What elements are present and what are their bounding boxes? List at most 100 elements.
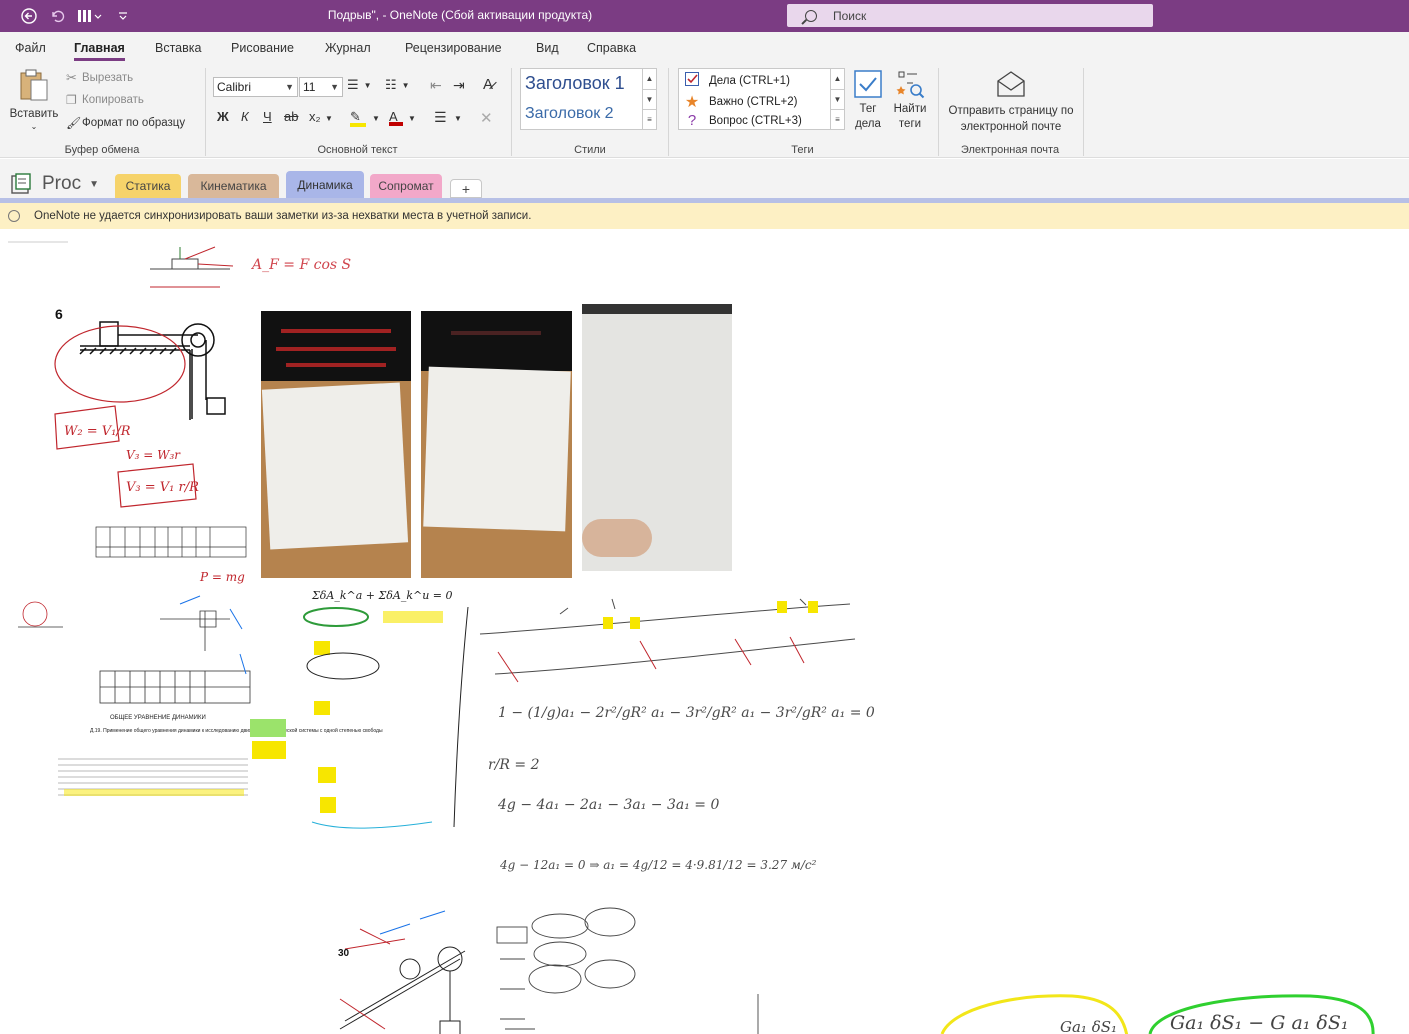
underline-button[interactable]: Ч [263, 109, 272, 124]
chevron-down-icon[interactable]: ▼ [325, 114, 333, 123]
email-page-button[interactable]: Отправить страницу по электронной почте [945, 70, 1077, 135]
ink-eq3: r/R = 2 [488, 757, 540, 773]
group-divider [668, 68, 669, 156]
font-family-value: Calibri [217, 80, 252, 94]
find-tags-icon [896, 71, 925, 99]
chevron-down-icon[interactable]: ▼ [408, 114, 416, 123]
chevron-down-icon[interactable]: ▼ [831, 89, 844, 109]
style-heading2[interactable]: Заголовок 2 [525, 105, 614, 123]
formula-af: A_F = F cos S [250, 257, 351, 273]
tab-draw[interactable]: Рисование [231, 41, 294, 55]
highlight-mark [64, 789, 244, 796]
bullets-button[interactable]: ☰ ▼ [347, 77, 372, 93]
bottom-notes [496, 907, 759, 1034]
ink-eq2: 1 − (1/g)a₁ − 2r²/gR² a₁ − 3r²/gR² a₁ − … [498, 705, 875, 721]
chevron-down-icon: ▼ [285, 82, 294, 92]
add-section-button[interactable]: + [450, 179, 482, 198]
copy-button[interactable]: ❐ Копировать [66, 93, 144, 107]
blue-ink [179, 595, 247, 675]
chevron-down-icon: ▼ [89, 178, 99, 190]
ink-bottom1: Ga₁ δS₁ [1060, 1018, 1117, 1034]
styles-gallery[interactable]: Заголовок 1 Заголовок 2 ▲ ▼ ≡ [520, 68, 657, 130]
tab-view[interactable]: Вид [536, 41, 559, 55]
brush-icon: 🖌 [66, 116, 82, 130]
todo-checkbox-icon [854, 70, 882, 98]
notebook-photo-2[interactable] [421, 311, 572, 578]
delete-icon[interactable]: ✕ [480, 109, 493, 127]
ink-w3: V₃ = W₃r [126, 448, 181, 462]
more-icon[interactable]: ≡ [643, 109, 656, 129]
copy-label: Копировать [82, 94, 144, 106]
section-tab-dynamics[interactable]: Динамика [286, 171, 364, 199]
title-bar: Подрыв", - OneNote (Сбой активации проду… [0, 0, 1409, 32]
ink-w2: W₂ = V₁/R [64, 424, 131, 439]
italic-button[interactable]: К [241, 109, 249, 124]
notebook-photo-1[interactable] [261, 311, 411, 578]
increase-indent-button[interactable]: ⇥ [453, 77, 465, 94]
section-tab-materials[interactable]: Сопромат [370, 174, 442, 198]
chevron-down-icon[interactable]: ▼ [454, 114, 462, 123]
tab-home[interactable]: Главная [74, 41, 125, 61]
decrease-indent-button[interactable]: ⇤ [430, 77, 442, 94]
todo-tag-button[interactable]: Тег дела [851, 70, 885, 132]
group-divider [511, 68, 512, 156]
font-color-button[interactable]: A [389, 109, 403, 126]
middle-derivation [250, 606, 469, 829]
tab-insert[interactable]: Вставка [155, 41, 201, 55]
notebook-selector[interactable]: Proc ▼ [10, 173, 99, 195]
chevron-down-icon: ▼ [401, 80, 410, 90]
strikethrough-button[interactable]: аb [284, 109, 298, 124]
figure-number: 6 [55, 306, 63, 322]
style-heading1[interactable]: Заголовок 1 [525, 73, 625, 94]
tag-important[interactable]: ★ Важно (CTRL+2) [683, 92, 798, 112]
numbering-button[interactable]: ☷ ▼ [385, 77, 410, 93]
chevron-down-icon[interactable]: ▼ [643, 89, 656, 109]
more-icon[interactable]: ≡ [831, 109, 844, 129]
tab-history[interactable]: Журнал [325, 41, 371, 55]
section-tab-statics[interactable]: Статика [115, 174, 181, 198]
section-tab-label: Кинематика [200, 179, 267, 193]
tags-gallery[interactable]: Дела (CTRL+1) ★ Важно (CTRL+2) ? Вопрос … [678, 68, 845, 130]
font-family-select[interactable]: Calibri ▼ [213, 77, 298, 97]
format-painter-button[interactable]: 🖌 Формат по образцу [66, 116, 185, 130]
notebook-icon [11, 173, 31, 194]
find-tags-button[interactable]: Найти теги [891, 70, 929, 132]
page-canvas[interactable]: A_F = F cos S 6 W₂ = V₁/R V₃ = W₃r V₃ = … [0, 229, 1409, 1034]
tags-group-label: Теги [791, 144, 814, 156]
format-painter-label: Формат по образцу [82, 117, 186, 129]
keyboard-area [582, 304, 732, 314]
notebook-photo-3[interactable] [582, 304, 732, 571]
paste-icon [20, 69, 48, 101]
tab-review[interactable]: Рецензирование [405, 41, 502, 55]
chevron-down-icon[interactable]: ▼ [372, 114, 380, 123]
figure-number: 30 [338, 948, 350, 959]
star-icon: ★ [684, 94, 700, 111]
question-icon: ? [687, 112, 697, 129]
font-size-value: 11 [303, 80, 316, 94]
clear-formatting-icon[interactable]: A̷ [483, 76, 493, 93]
ribbon: Вставить ⌄ ✂ Вырезать ❐ Копировать 🖌 Фор… [0, 62, 1409, 158]
font-size-select[interactable]: 11 ▼ [299, 77, 343, 97]
search-input[interactable]: Поиск [787, 4, 1153, 27]
align-icon[interactable]: ☰ [434, 109, 447, 126]
chevron-up-icon[interactable]: ▲ [831, 69, 844, 89]
cut-button[interactable]: ✂ Вырезать [66, 70, 133, 86]
tag-todo[interactable]: Дела (CTRL+1) [683, 72, 790, 89]
section-tab-kinematics[interactable]: Кинематика [188, 174, 279, 198]
data-table [95, 526, 247, 558]
group-divider [205, 68, 206, 156]
paste-button[interactable]: Вставить ⌄ [10, 68, 58, 138]
subscript-button[interactable]: x₂ [309, 109, 321, 124]
keyboard-area [421, 311, 572, 371]
tags-scroll[interactable]: ▲ ▼ ≡ [830, 69, 844, 129]
bold-button[interactable]: Ж [217, 109, 229, 124]
chevron-up-icon[interactable]: ▲ [643, 69, 656, 89]
tag-question[interactable]: ? Вопрос (CTRL+3) [683, 112, 802, 129]
styles-scroll[interactable]: ▲ ▼ ≡ [642, 69, 656, 129]
tab-file[interactable]: Файл [15, 41, 46, 55]
right-derivation: 1 − (1/g)a₁ − 2r²/gR² a₁ − 3r²/gR² a₁ − … [488, 705, 875, 872]
scissors-icon: ✂ [66, 70, 77, 85]
tab-help[interactable]: Справка [587, 41, 636, 55]
highlight-button[interactable]: ✎ [350, 109, 366, 127]
strokes-right [479, 598, 856, 683]
